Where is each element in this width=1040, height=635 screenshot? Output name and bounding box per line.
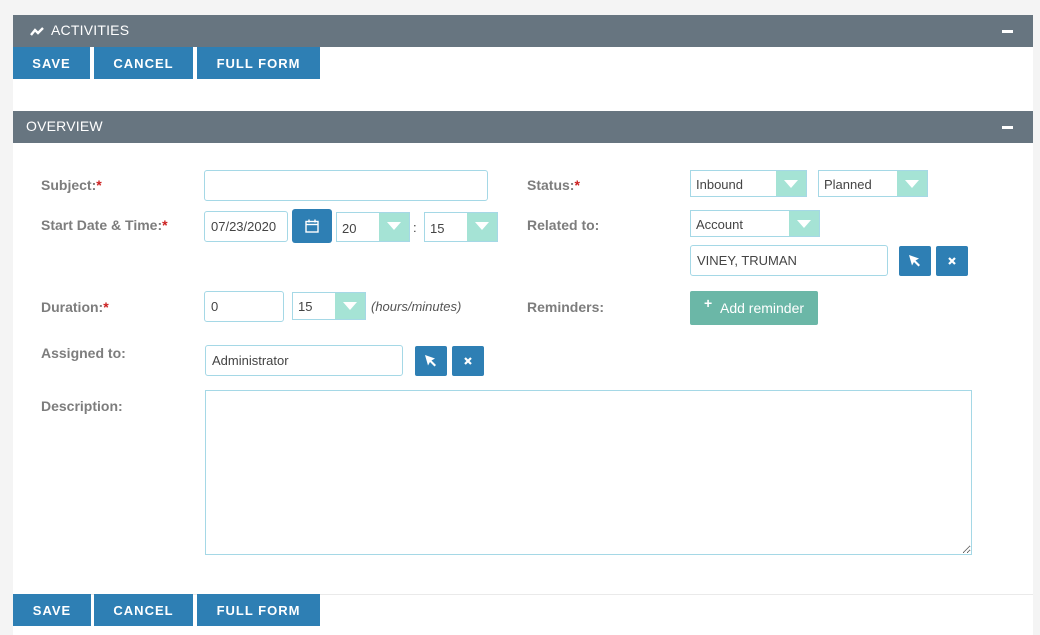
- minus-icon[interactable]: [1002, 30, 1013, 33]
- start-date-input[interactable]: [204, 211, 288, 242]
- description-textarea[interactable]: [205, 390, 972, 555]
- activity-chart-icon: [30, 27, 44, 36]
- duration-hours-input[interactable]: [204, 291, 284, 322]
- add-reminder-button[interactable]: + Add reminder: [690, 291, 818, 325]
- duration-minutes-select[interactable]: 15: [292, 292, 366, 320]
- time-separator: :: [413, 220, 417, 235]
- assigned-input[interactable]: [205, 345, 403, 376]
- assigned-select-button[interactable]: [415, 346, 447, 376]
- cancel-button[interactable]: CANCEL: [94, 594, 193, 626]
- calendar-icon: [305, 219, 319, 233]
- duration-label: Duration:*: [41, 299, 109, 315]
- status-state-select[interactable]: Planned: [818, 170, 928, 197]
- start-datetime-label: Start Date & Time:*: [41, 217, 168, 233]
- related-name-input[interactable]: [690, 245, 888, 276]
- description-label: Description:: [41, 398, 123, 414]
- add-reminder-label: Add reminder: [720, 300, 805, 316]
- close-icon: [464, 357, 472, 365]
- start-hour-select[interactable]: 20: [336, 212, 410, 242]
- plus-icon: +: [704, 295, 713, 311]
- activities-header[interactable]: ACTIVITIES: [13, 15, 1033, 47]
- start-minute-select[interactable]: 15: [424, 212, 498, 242]
- overview-title: OVERVIEW: [26, 118, 103, 134]
- chevron-down-icon: [335, 293, 365, 319]
- subject-input[interactable]: [204, 170, 488, 201]
- cursor-arrow-icon: [425, 355, 436, 367]
- related-clear-button[interactable]: [936, 246, 968, 276]
- cursor-arrow-icon: [909, 255, 920, 267]
- subject-label: Subject:*: [41, 177, 102, 193]
- overview-header[interactable]: OVERVIEW: [13, 111, 1033, 143]
- cancel-button[interactable]: CANCEL: [94, 47, 193, 79]
- chevron-down-icon: [789, 211, 819, 236]
- related-label: Related to:: [527, 217, 600, 233]
- chevron-down-icon: [897, 171, 927, 196]
- save-button[interactable]: SAVE: [13, 594, 91, 626]
- related-select-button[interactable]: [899, 246, 931, 276]
- status-label: Status:*: [527, 177, 580, 193]
- status-direction-select[interactable]: Inbound: [690, 170, 807, 197]
- reminders-label: Reminders:: [527, 299, 605, 315]
- calendar-button[interactable]: [292, 209, 332, 243]
- full-form-button[interactable]: FULL FORM: [197, 594, 320, 626]
- assigned-clear-button[interactable]: [452, 346, 484, 376]
- minus-icon[interactable]: [1002, 126, 1013, 129]
- chevron-down-icon: [379, 213, 409, 241]
- assigned-label: Assigned to:: [41, 345, 126, 361]
- close-icon: [948, 257, 956, 265]
- activities-title: ACTIVITIES: [51, 22, 130, 38]
- chevron-down-icon: [467, 213, 497, 241]
- chevron-down-icon: [776, 171, 806, 196]
- full-form-button[interactable]: FULL FORM: [197, 47, 320, 79]
- related-type-select[interactable]: Account: [690, 210, 820, 237]
- save-button[interactable]: SAVE: [13, 47, 90, 79]
- duration-hint: (hours/minutes): [371, 299, 462, 314]
